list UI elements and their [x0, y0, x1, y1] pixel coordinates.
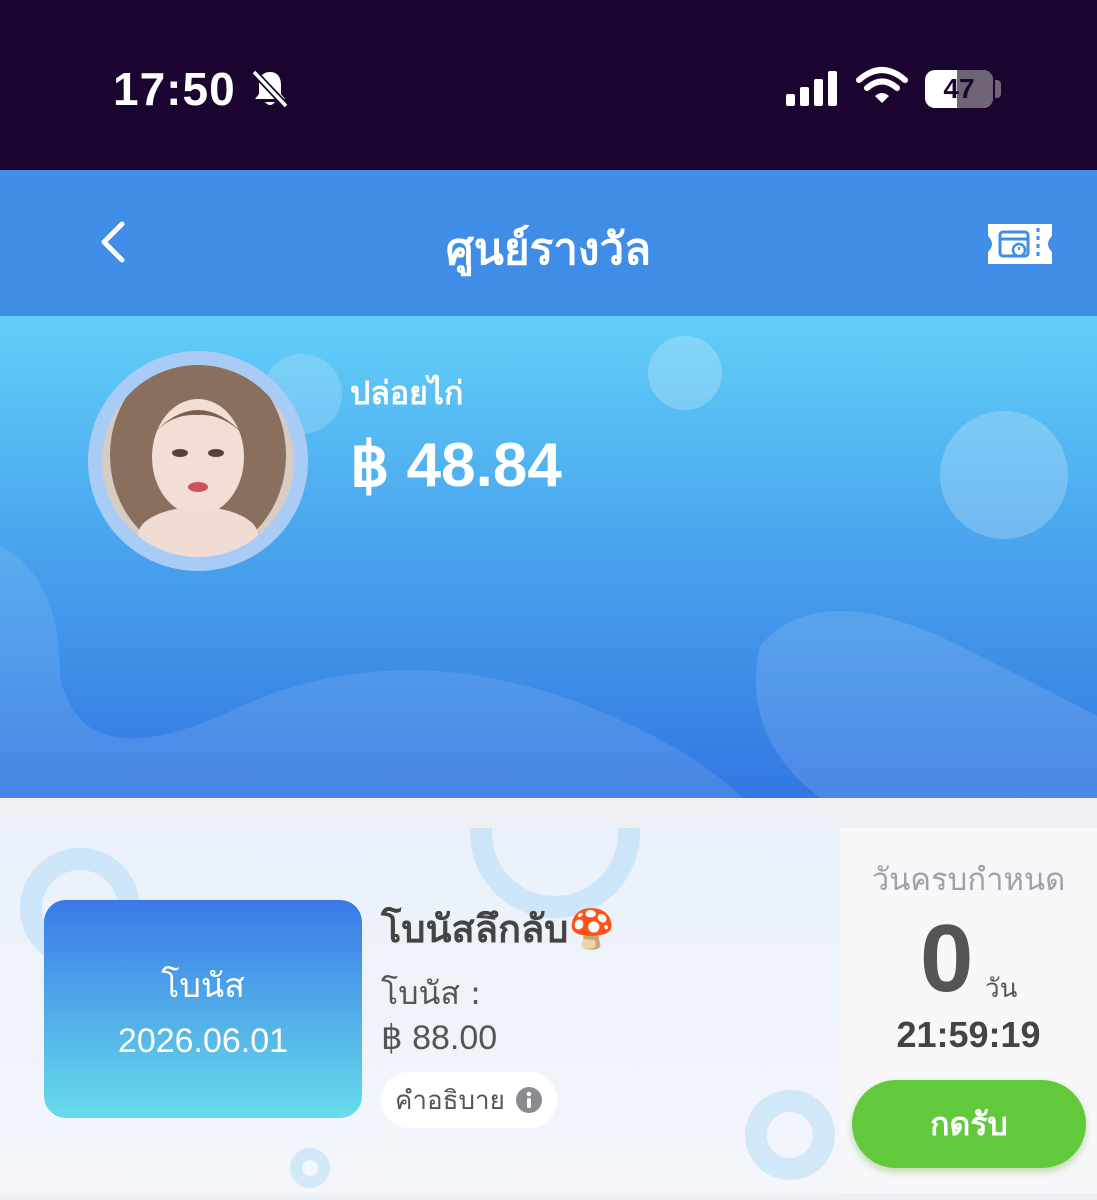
decor-ring [745, 1090, 835, 1180]
ticket-calendar-icon[interactable] [986, 220, 1054, 268]
decor-bubble [648, 336, 722, 410]
battery-level: 47 [943, 73, 975, 104]
nav-bar: ศูนย์รางวัล [0, 170, 1097, 316]
due-countdown: 21:59:19 [896, 1014, 1041, 1055]
due-days: 0 [920, 905, 974, 1012]
status-bar: 17:50 47 [0, 0, 1097, 170]
description-label: คำอธิบาย [395, 1085, 505, 1116]
bonus-name: โบนัสลึกลับ🍄 [381, 907, 616, 951]
due-panel: วันครบกำหนด 0 วัน 21:59:19 กดรับ [840, 828, 1097, 1193]
decor-ring [290, 1148, 330, 1188]
username: ปล่อยไก่ [350, 374, 464, 412]
profile-banner: ปล่อยไก่ ฿ 48.84 [0, 316, 1097, 798]
signal-icon [786, 71, 837, 106]
bonus-amount: ฿ 88.00 [381, 1019, 498, 1057]
page-title: ศูนย์รางวัล [445, 224, 652, 275]
bonus-tile-label: โบนัส [161, 965, 245, 1006]
wifi-icon [856, 67, 908, 103]
info-icon [515, 1087, 542, 1113]
status-time: 17:50 [113, 63, 236, 115]
avatar[interactable] [88, 351, 308, 571]
bell-slash-icon [251, 69, 289, 109]
due-label: วันครบกำหนด [871, 862, 1066, 898]
bonus-card: โบนัส 2026.06.01 โบนัสลึกลับ🍄 โบนัส : ฿ … [0, 828, 1097, 1193]
bonus-amount-label: โบนัส : [381, 974, 481, 1012]
avatar-image [102, 355, 294, 563]
battery-icon: 47 [925, 70, 993, 108]
bonus-tile: โบนัส 2026.06.01 [44, 900, 362, 1118]
description-button[interactable]: คำอธิบาย [381, 1072, 557, 1128]
bonus-card-body: โบนัส 2026.06.01 โบนัสลึกลับ🍄 โบนัส : ฿ … [0, 828, 840, 1193]
battery-cap [995, 80, 1001, 98]
claim-button[interactable]: กดรับ [852, 1080, 1086, 1168]
balance-amount: ฿ 48.84 [350, 431, 562, 500]
due-days-unit: วัน [985, 974, 1018, 1004]
bonus-tile-date: 2026.06.01 [117, 1021, 289, 1060]
